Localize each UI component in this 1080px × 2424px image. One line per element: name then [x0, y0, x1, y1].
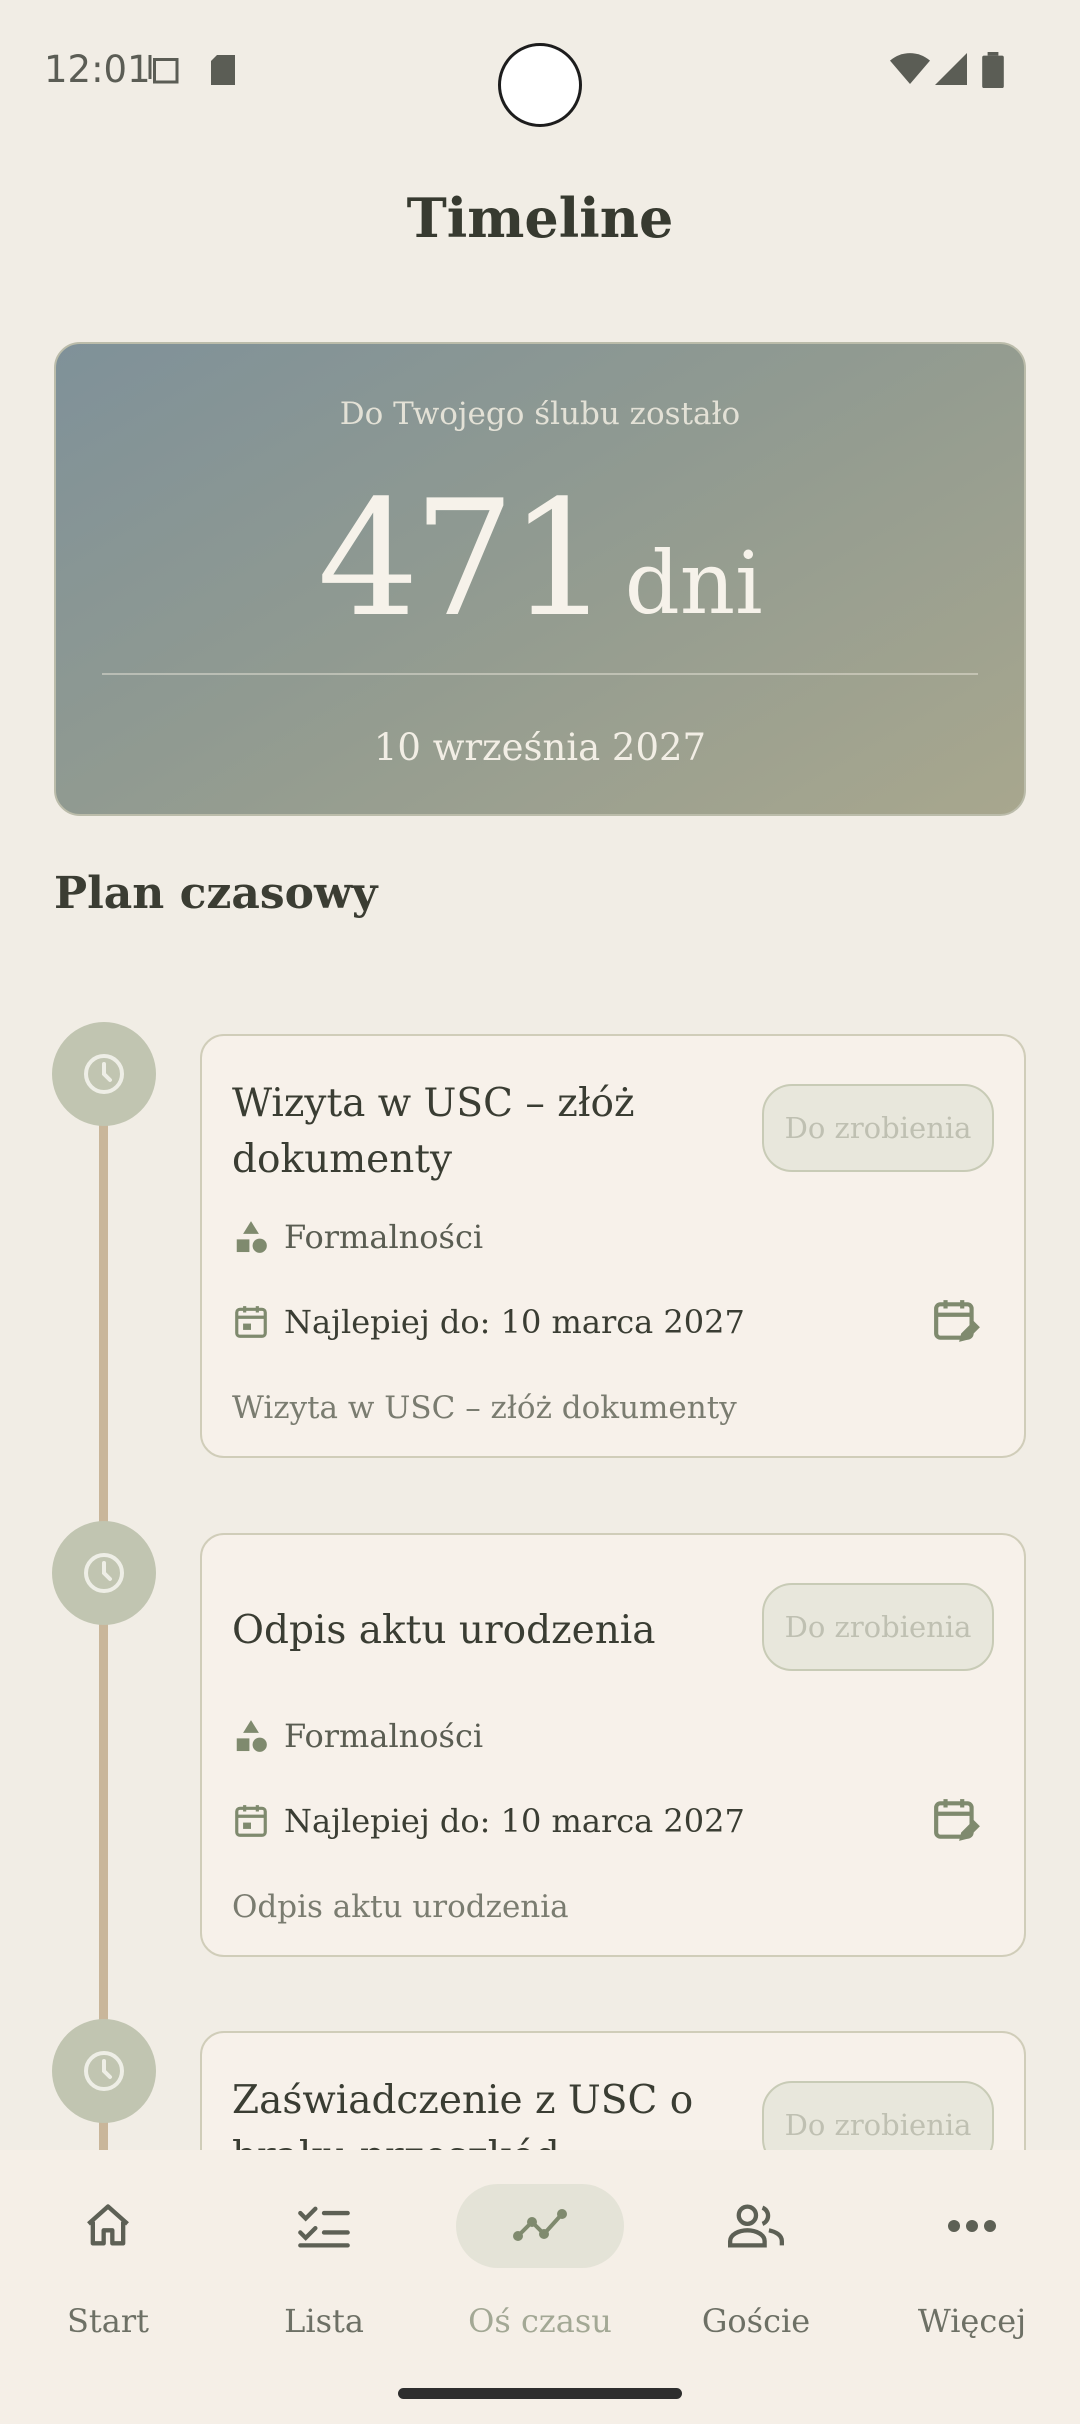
status-time: 12:01	[44, 48, 151, 91]
task-category-label: Formalności	[284, 1218, 484, 1256]
edit-date-icon[interactable]	[932, 1296, 982, 1346]
task-description: Wizyta w USC – złóż dokumenty	[232, 1390, 737, 1426]
status-bar: 12:01	[0, 0, 1080, 140]
nav-pill	[672, 2184, 840, 2268]
more-icon	[948, 2220, 996, 2232]
battery-icon	[982, 52, 1004, 88]
home-icon	[87, 2204, 129, 2246]
nav-item-goscie[interactable]: Goście	[648, 2150, 864, 2350]
nav-item-wiecej[interactable]: Więcej	[864, 2150, 1080, 2350]
screenshot-notification-icon	[148, 55, 179, 84]
bottom-navigation: Start Lista Oś czasu Goście Więcej	[0, 2150, 1080, 2424]
nav-label: Więcej	[917, 2302, 1027, 2340]
task-card[interactable]: Wizyta w USC – złóż dokumenty Do zrobien…	[200, 1034, 1026, 1458]
countdown-card: Do Twojego ślubu zostało 471 dni 10 wrze…	[54, 342, 1026, 816]
task-deadline: Najlepiej do: 10 marca 2027	[232, 1303, 745, 1341]
countdown-days-number: 471	[317, 465, 610, 652]
nav-pill	[888, 2184, 1056, 2268]
countdown-value: 471 dni	[56, 465, 1024, 652]
task-title: Odpis aktu urodzenia	[232, 1608, 656, 1653]
task-card[interactable]: Odpis aktu urodzenia Do zrobienia Formal…	[200, 1533, 1026, 1957]
timeline-node-clock	[52, 1022, 156, 1126]
task-deadline: Najlepiej do: 10 marca 2027	[232, 1802, 745, 1840]
task-category-label: Formalności	[284, 1717, 484, 1755]
category-shapes-icon	[236, 1720, 267, 1752]
wedding-date: 10 września 2027	[373, 726, 707, 769]
edit-date-icon[interactable]	[932, 1795, 982, 1845]
timeline-icon	[513, 2209, 567, 2241]
clock-icon	[84, 2051, 124, 2091]
wifi-icon	[890, 53, 930, 84]
task-category: Formalności	[232, 1717, 483, 1755]
nav-pill	[24, 2184, 192, 2268]
countdown-days-unit: dni	[624, 534, 763, 634]
nav-label: Lista	[284, 2302, 364, 2340]
calendar-icon	[235, 1306, 267, 1338]
checklist-icon	[298, 2206, 350, 2248]
home-indicator[interactable]	[398, 2388, 682, 2399]
section-title: Plan czasowy	[54, 868, 378, 919]
nav-pill	[240, 2184, 408, 2268]
guests-icon	[728, 2204, 784, 2248]
task-status-button[interactable]: Do zrobienia	[762, 2081, 994, 2150]
task-title: Wizyta w USC – złóż dokumenty	[232, 1081, 635, 1182]
countdown-caption: Do Twojego ślubu zostało	[339, 396, 741, 432]
nav-pill-active	[456, 2184, 624, 2268]
nav-label: Start	[66, 2302, 149, 2340]
signal-icon	[935, 53, 967, 85]
calendar-icon	[235, 1805, 267, 1837]
clock-icon	[84, 1553, 124, 1593]
sd-card-icon	[211, 55, 235, 85]
page-title: Timeline	[406, 186, 674, 250]
clock-icon	[84, 1054, 124, 1094]
timeline-node-clock	[52, 2019, 156, 2123]
countdown-divider	[102, 673, 978, 675]
task-deadline-label: Najlepiej do: 10 marca 2027	[284, 1802, 745, 1840]
nav-label: Goście	[701, 2302, 811, 2340]
task-category: Formalności	[232, 1218, 483, 1256]
timeline-node-clock	[52, 1521, 156, 1625]
task-card[interactable]: Zaświadczenie z USC o braku przeszkód Do…	[200, 2031, 1026, 2150]
category-shapes-icon	[236, 1221, 267, 1253]
front-camera	[498, 43, 582, 127]
task-status-button[interactable]: Do zrobienia	[762, 1084, 994, 1172]
nav-item-os-czasu[interactable]: Oś czasu	[432, 2150, 648, 2350]
task-deadline-label: Najlepiej do: 10 marca 2027	[284, 1303, 745, 1341]
timeline-list[interactable]: Wizyta w USC – złóż dokumenty Do zrobien…	[0, 1000, 1080, 2150]
nav-item-lista[interactable]: Lista	[216, 2150, 432, 2350]
task-title: Zaświadczenie z USC o braku przeszkód	[232, 2078, 694, 2150]
nav-item-start[interactable]: Start	[0, 2150, 216, 2350]
nav-label: Oś czasu	[468, 2302, 612, 2340]
task-status-button[interactable]: Do zrobienia	[762, 1583, 994, 1671]
task-description: Odpis aktu urodzenia	[232, 1889, 569, 1925]
